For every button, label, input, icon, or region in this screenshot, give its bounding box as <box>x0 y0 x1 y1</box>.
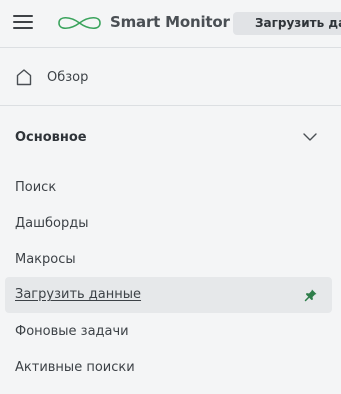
nav-item-macros[interactable]: Макросы <box>5 242 332 278</box>
pin-icon[interactable] <box>304 288 318 302</box>
nav-item-label: Активные поиски <box>15 360 135 375</box>
nav-item-background-jobs[interactable]: Фоновые задачи <box>5 314 332 350</box>
nav-item-label: Поиск <box>15 180 57 195</box>
nav-item-search[interactable]: Поиск <box>5 170 332 206</box>
nav-item-label: Макросы <box>15 252 76 267</box>
infinity-logo-icon[interactable] <box>56 13 103 33</box>
section-title: Основное <box>15 130 87 145</box>
chevron-down-icon[interactable] <box>302 131 318 143</box>
nav-item-dashboards[interactable]: Дашборды <box>5 206 332 242</box>
home-icon <box>16 69 32 86</box>
hamburger-icon[interactable] <box>13 13 33 31</box>
nav-item-label: Загрузить данные <box>15 287 142 302</box>
top-bar: Smart Monitor Загрузить данные <box>0 0 341 48</box>
nav-item-label: Дашборды <box>15 216 89 231</box>
nav-item-label: Фоновые задачи <box>15 324 129 339</box>
upload-data-tab[interactable]: Загрузить данные <box>233 12 341 35</box>
brand-name[interactable]: Smart Monitor <box>110 13 230 31</box>
divider <box>0 105 341 106</box>
nav-overview-label: Обзор <box>47 70 89 85</box>
nav-item-active-searches[interactable]: Активные поиски <box>5 350 332 386</box>
nav-item-upload-data[interactable]: Загрузить данные <box>5 277 332 313</box>
nav-overview[interactable]: Обзор <box>0 58 341 98</box>
section-main-header[interactable]: Основное <box>0 124 341 152</box>
